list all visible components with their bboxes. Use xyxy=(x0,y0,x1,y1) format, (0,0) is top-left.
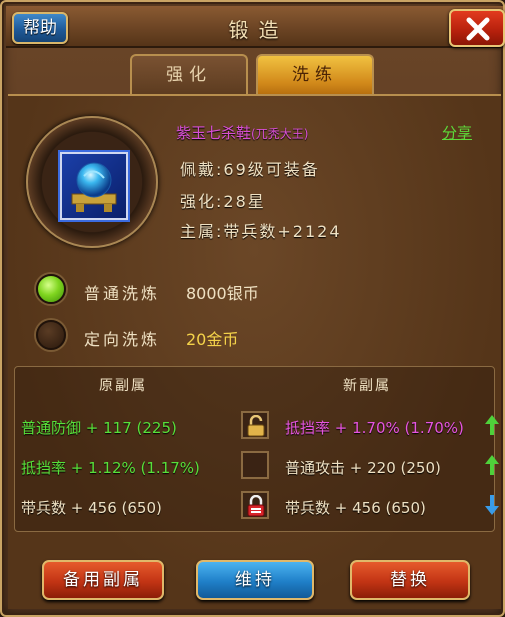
strengthen-level: 强化:28星 xyxy=(180,192,266,211)
old-attr-1: 普通防御 + 117 (225) xyxy=(21,419,177,437)
lock-toggle-3[interactable] xyxy=(241,491,269,519)
lock-toggle-1[interactable] xyxy=(241,411,269,439)
refine-panel: 紫玉七杀鞋(兀秃大王) 分享 佩戴:69级可装备 强化:28星 主属:带兵数+2… xyxy=(8,94,501,609)
item-owner: (兀秃大王) xyxy=(251,127,309,141)
item-slot[interactable] xyxy=(60,152,128,220)
locked-lock-icon xyxy=(247,495,265,517)
tab-bar: 强化 洗练 xyxy=(130,54,380,94)
title-bar: 帮助 锻造 xyxy=(6,6,505,48)
new-attr-1: 抵挡率 + 1.70% (1.70%) xyxy=(285,419,464,437)
arrow-up-icon xyxy=(485,455,499,475)
attribute-panel: 原副属 新副属 普通防御 + 117 (225) 抵挡率 + 1.70% (1.… xyxy=(14,366,499,532)
normal-refine-radio[interactable] xyxy=(36,274,66,304)
close-button[interactable] xyxy=(449,9,505,47)
close-x-icon xyxy=(466,17,490,41)
forge-window: 帮助 锻造 强化 洗练 紫玉七杀鞋(兀秃大王) 分享 佩戴:69级可装备 强化:… xyxy=(0,0,505,617)
window-title: 锻造 xyxy=(228,18,289,42)
new-attr-3: 带兵数 + 456 (650) xyxy=(285,499,426,517)
old-attr-header: 原副属 xyxy=(99,378,147,394)
keep-button[interactable]: 维持 xyxy=(196,560,314,600)
arrow-down-icon xyxy=(485,495,499,515)
directed-refine-radio[interactable] xyxy=(36,320,66,350)
directed-refine-cost: 20金币 xyxy=(186,330,239,349)
normal-refine-label: 普通洗炼 xyxy=(84,284,161,303)
tab-refine[interactable]: 洗练 xyxy=(256,54,374,94)
replace-button[interactable]: 替换 xyxy=(350,560,470,600)
normal-refine-cost: 8000银币 xyxy=(186,284,259,303)
item-name: 紫玉七杀鞋(兀秃大王) xyxy=(176,122,308,143)
old-attr-2: 抵挡率 + 1.12% (1.17%) xyxy=(21,459,200,477)
backup-attributes-button[interactable]: 备用副属 xyxy=(42,560,164,600)
tab-strengthen[interactable]: 强化 xyxy=(130,54,248,94)
old-attr-3: 带兵数 + 456 (650) xyxy=(21,499,162,517)
equip-level: 佩戴:69级可装备 xyxy=(180,160,320,179)
new-attr-header: 新副属 xyxy=(343,378,391,394)
share-link[interactable]: 分享 xyxy=(442,122,472,143)
item-name-text: 紫玉七杀鞋 xyxy=(176,124,252,142)
unlocked-lock-icon xyxy=(247,415,265,437)
directed-refine-label: 定向洗炼 xyxy=(84,330,161,349)
new-attr-2: 普通攻击 + 220 (250) xyxy=(285,459,441,477)
lock-toggle-2[interactable] xyxy=(241,451,269,479)
blue-orb-icon xyxy=(71,162,117,212)
arrow-up-icon xyxy=(485,415,499,435)
item-frame xyxy=(26,116,158,248)
main-attribute: 主属:带兵数+2124 xyxy=(180,222,342,241)
